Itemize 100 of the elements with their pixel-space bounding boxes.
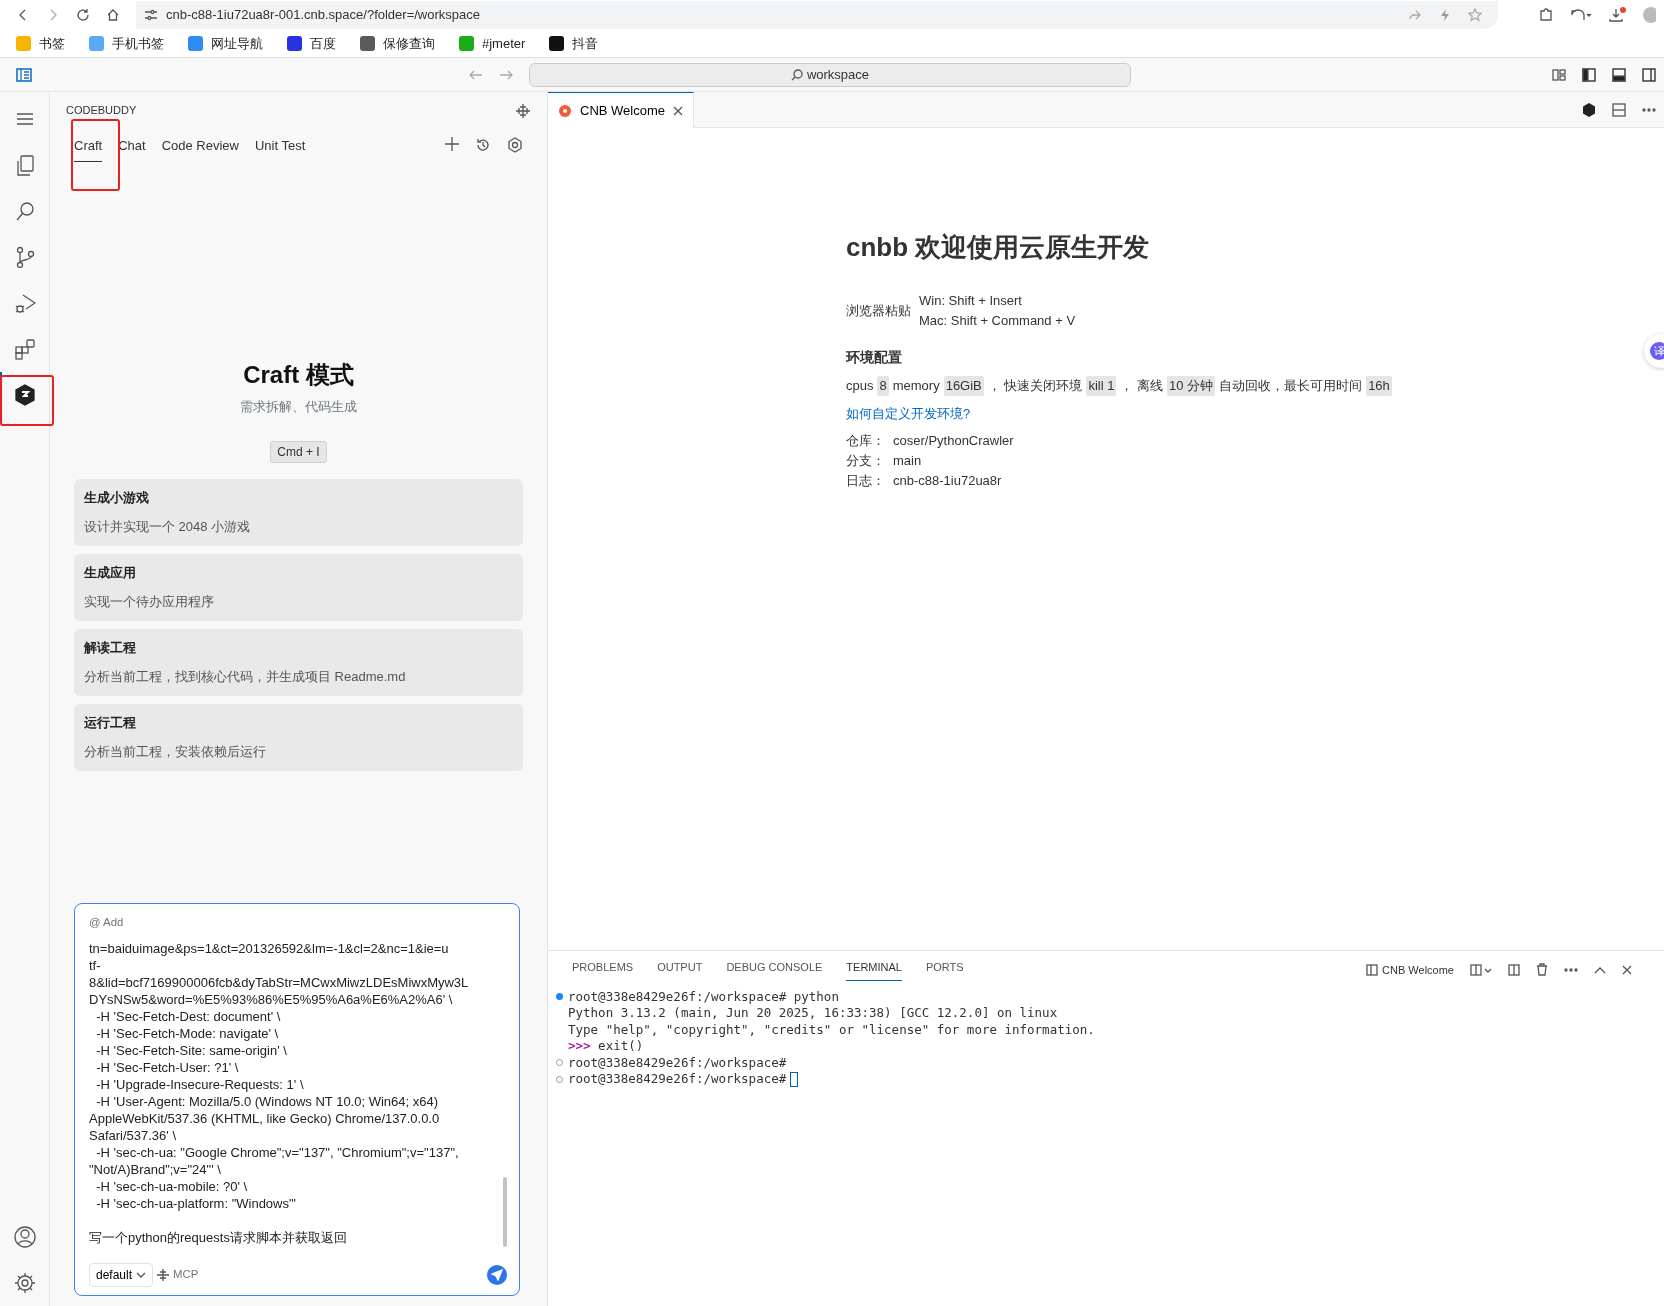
bolt-icon[interactable] [1438, 8, 1452, 22]
split-terminal-icon[interactable] [1508, 963, 1520, 976]
value-chip: kill 1 [1086, 376, 1117, 396]
branch-icon[interactable] [14, 246, 36, 268]
send-icon [491, 1269, 503, 1281]
shortcut-text: Mac: Shift + Command + V [919, 312, 1076, 330]
translate-button[interactable]: 译 [1644, 334, 1664, 368]
env-text: ， 离线 [1120, 377, 1164, 395]
extensions-icon[interactable] [14, 338, 36, 360]
terminal-name[interactable]: CNB Welcome [1366, 961, 1454, 978]
card-title: 生成应用 [84, 563, 137, 582]
mode-tab[interactable]: Unit Test [254, 135, 306, 162]
sidebar-toggle-icon[interactable] [16, 68, 32, 83]
panel-tab[interactable]: TERMINAL [846, 959, 902, 981]
info-label: 分支： [846, 452, 885, 470]
shortcut-key: Cmd + I [270, 440, 327, 463]
terminal-line: root@338e8429e26f:/workspace# [568, 1071, 787, 1088]
panel-tab[interactable]: DEBUG CONSOLE [726, 959, 823, 981]
terminal-line: Type "help", "copyright", "credits" or "license" for more information. [568, 1021, 1095, 1038]
panel-toggle-icon[interactable] [1612, 67, 1626, 82]
more-icon[interactable] [1564, 967, 1578, 972]
card-text: 分析当前工程，找到核心代码，并生成项目 Readme.md [84, 668, 407, 686]
command-center-field[interactable]: workspace [529, 62, 1131, 87]
bookmark-link[interactable]: 书签 [16, 33, 65, 54]
bookmark-link[interactable]: 网址导航 [188, 33, 263, 54]
files-icon[interactable] [14, 154, 36, 176]
menu-icon[interactable] [17, 113, 33, 125]
plus-icon[interactable] [445, 136, 459, 151]
panel-tab[interactable]: OUTPUT [657, 959, 703, 981]
panel-title: CODEBUDDY [66, 102, 137, 118]
reload-icon[interactable] [76, 8, 90, 22]
close-icon [673, 105, 683, 116]
terminal-line: root@338e8429e26f:/workspace# python [568, 988, 839, 1005]
command-status-dot [556, 993, 563, 1001]
secondary-sidebar-icon[interactable] [1642, 67, 1656, 82]
add-context-link[interactable]: @ Add [89, 916, 124, 928]
download-icon[interactable] [1608, 7, 1626, 23]
bookmark-link[interactable]: #jmeter [459, 33, 526, 54]
settings-icon[interactable] [507, 136, 523, 153]
mcp-plug-icon [157, 1269, 170, 1281]
prompt-field[interactable]: tn=baiduimage&ps=1&ct=201326592&lm=-1&cl=2&nc=1&ie=u tf- 8&lid=bcf7169900006fcb&dyTabStr=MCwxMiwzLDEsMiwxMyw3L DYsNSw5&word=%E5%93%86%E5%95%A6a%E6%A2%A6' \ -H 'Sec-Fetch-Dest: document' \ -H 'Sec-Fetch-Mode: navigate' \ -H 'Sec-Fetch-Site: same-origin' \ -H 'Sec-Fetch-User: ?1' \ -H 'Upgrade-Insecure-Requests: 1' \ -H 'User-Agent: Mozilla/5.0 (Windows NT 10.0; Win64; x64) AppleWebKit/537.36 (KHTML, like Gecko) Chrome/137.0.0.0 Safari/537.36' \ -H 'sec-ch-ua: "Google Chrome";v="137", "Chromium";v="137", "Not/A)Brand";v="24"' \ -H 'sec-ch-ua-mobile: ?0' \ -H 'sec-ch-ua-platform: "Windows"' [89, 939, 499, 1212]
more-icon[interactable] [1642, 107, 1656, 112]
bookmark-link[interactable]: 抖音 [549, 33, 599, 54]
suggestion-card[interactable]: 运行工程 分析当前工程，安装依赖后运行 [74, 703, 523, 771]
star-icon[interactable] [1468, 8, 1482, 22]
bookmark-link[interactable]: 百度 [287, 33, 336, 54]
env-text: ， 快速关闭环境 [987, 377, 1083, 395]
editor-tab[interactable]: CNB Welcome [548, 92, 694, 128]
close-icon[interactable] [1622, 964, 1632, 975]
mode-tab[interactable]: Code Review [161, 135, 239, 162]
env-text: 自动回收，最长可用时间 [1219, 377, 1363, 395]
card-text: 分析当前工程，安装依赖后运行 [84, 743, 267, 761]
value-chip: 8 [877, 376, 889, 396]
site-info-icon [144, 9, 158, 21]
card-text: 设计并实现一个 2048 小游戏 [84, 518, 252, 536]
panel-tab[interactable]: PROBLEMS [572, 959, 634, 981]
run-debug-icon[interactable] [14, 292, 36, 314]
welcome-title: cnbb 欢迎使用云原生开发 [846, 231, 1151, 264]
account-icon[interactable] [14, 1226, 36, 1248]
split-editor-icon[interactable] [1612, 102, 1626, 117]
info-value: coser/PythonCrawler [893, 432, 1014, 450]
terminal-window-icon [1366, 963, 1379, 976]
hexagon-logo-icon[interactable] [1582, 102, 1596, 117]
search-icon [790, 68, 803, 81]
primary-sidebar-icon[interactable] [1582, 67, 1596, 82]
card-title: 解读工程 [84, 638, 137, 657]
layout-icon[interactable] [1552, 67, 1566, 82]
mcp-link[interactable]: MCP [173, 1266, 199, 1284]
shortcut-text: Win: Shift + Insert [919, 292, 1023, 310]
env-text: memory [892, 377, 940, 395]
search-icon[interactable] [14, 200, 36, 222]
trash-icon[interactable] [1536, 963, 1548, 977]
bookmark-link[interactable]: 手机书签 [89, 33, 164, 54]
panel-tab[interactable]: PORTS [925, 959, 964, 981]
history-icon[interactable] [475, 136, 491, 153]
flower-icon [558, 103, 572, 118]
chevron-down-icon [136, 1272, 147, 1278]
section-heading: 环境配置 [846, 349, 902, 365]
info-value: main [893, 452, 922, 470]
prompt-instruction: 写一个python的requests请求脚本并获取返回 [89, 1229, 347, 1245]
hexagon-logo-icon[interactable] [14, 384, 36, 406]
settings-icon[interactable] [14, 1272, 36, 1294]
home-icon[interactable] [106, 8, 120, 22]
back-history-icon[interactable] [1570, 7, 1592, 23]
extensions-puzzle-icon[interactable] [1538, 7, 1554, 23]
highlight-frame [0, 375, 54, 426]
suggestion-card[interactable]: 生成小游戏 设计并实现一个 2048 小游戏 [74, 478, 523, 546]
mcp-plug-icon[interactable] [515, 102, 531, 119]
suggestion-card[interactable]: 生成应用 实现一个待办应用程序 [74, 553, 523, 621]
mode-tab[interactable]: Craft [74, 135, 103, 162]
bookmark-link[interactable]: 保修查询 [360, 33, 435, 54]
model-select[interactable]: default [89, 1263, 154, 1287]
send-button[interactable] [487, 1265, 507, 1285]
terminal-line: >>> exit() [568, 1038, 644, 1055]
chevron-up-icon[interactable] [1594, 965, 1606, 974]
suggestion-card[interactable]: 解读工程 分析当前工程，找到核心代码，并生成项目 Readme.md [74, 628, 523, 696]
help-link[interactable]: 如何自定义开发环境? [846, 405, 971, 421]
address-bar[interactable]: cnb-c88-1iu72ua8r-001.cnb.space/?folder=/workspace [136, 1, 1498, 29]
split-dropdown-icon[interactable] [1470, 963, 1492, 976]
url-text: cnb-c88-1iu72ua8r-001.cnb.space/?folder=/workspace [166, 6, 480, 25]
